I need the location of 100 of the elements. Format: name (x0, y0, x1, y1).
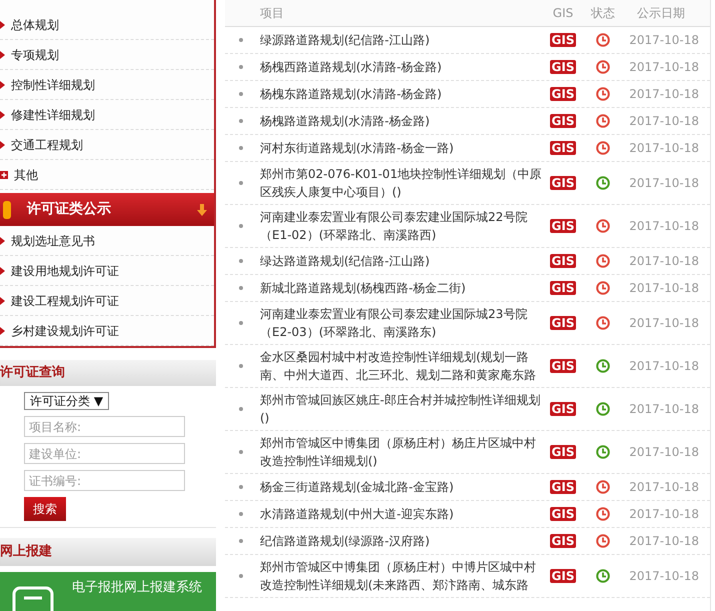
nav-link[interactable]: 控制性详细规划 (11, 76, 95, 94)
bullet-icon (239, 146, 243, 150)
clock-icon (596, 114, 610, 128)
section-heading: 许可证查询 (0, 360, 216, 386)
project-link[interactable]: 河南建业泰宏置业有限公司泰宏建业国际城23号院（E2-03）(环翠路北、南溪路东) (260, 305, 543, 341)
arrow-icon (0, 80, 5, 88)
column-header: GIS (552, 5, 574, 22)
gis-badge[interactable]: GIS (550, 254, 576, 268)
project-link[interactable]: 绿达路道路规划(纪信路-江山路) (260, 252, 543, 270)
bullet-icon (239, 224, 243, 228)
arrow-icon (0, 50, 5, 58)
bullet-icon (239, 450, 243, 454)
gis-badge[interactable]: GIS (550, 316, 576, 330)
clock-icon (596, 281, 610, 295)
project-link[interactable]: 杨槐西路道路规划(水清路-杨金路) (260, 58, 543, 76)
input-field[interactable]: 建设单位: (24, 443, 185, 464)
gis-badge[interactable]: GIS (550, 569, 576, 583)
gis-badge[interactable]: GIS (550, 141, 576, 155)
project-link[interactable]: 郑州市管城区中博集团（原杨庄村）中博片区城中村改造控制性详细规划(未来路西、郑汴路南、城东路 (260, 558, 543, 594)
bullet-icon (239, 407, 243, 411)
clock-icon (596, 87, 610, 101)
date-cell-text: 2017-10-18 (628, 358, 699, 375)
nav-link[interactable]: 专项规划 (11, 46, 59, 64)
bullet-icon (239, 181, 243, 185)
project-link[interactable]: 郑州市第02-076-K01-01地块控制性详细规划（中原区残疾人康复中心项目）() (260, 165, 543, 201)
nav-link[interactable]: 其他 (14, 166, 38, 184)
project-link[interactable]: 新城北路道路规划(杨槐西路-杨金二街) (260, 279, 543, 297)
column-header: 项目 (260, 5, 285, 22)
search-button[interactable]: 搜索 (24, 497, 66, 521)
date-cell-text: 2017-10-18 (628, 533, 699, 550)
section-title: 许可证类公示 (27, 200, 112, 219)
arrow-icon (0, 296, 5, 304)
system-banner[interactable]: 电子报批网上报建系统 (0, 572, 216, 611)
gis-badge[interactable]: GIS (550, 33, 576, 47)
project-link[interactable]: 金水区桑园村城中村改造控制性详细规划(规划一路南、中州大道西、北三环北、规划二路和黄家庵东路 (260, 348, 543, 384)
project-link[interactable]: 郑州市管城回族区姚庄-郎庄合村并城控制性详细规划() (260, 391, 543, 427)
bullet-icon (239, 119, 243, 123)
arrow-icon (0, 326, 5, 334)
gis-badge[interactable]: GIS (550, 534, 576, 548)
nav-link[interactable]: 建设用地规划许可证 (11, 262, 119, 280)
project-link[interactable]: 杨金三街道路规划(金城北路-金宝路) (260, 478, 543, 496)
date-cell-text: 2017-10-18 (628, 479, 699, 496)
project-link[interactable]: 河村东街道路规划(水清路-杨金一路) (260, 139, 543, 157)
date-cell-text: 2017-10-18 (628, 113, 699, 130)
gis-badge[interactable]: GIS (550, 219, 576, 233)
bullet-icon (239, 485, 243, 489)
arrow-icon (0, 236, 5, 244)
project-link[interactable]: 河南建业泰宏置业有限公司泰宏建业国际城22号院（E1-02）(环翠路北、南溪路西) (260, 208, 543, 244)
gis-badge[interactable]: GIS (550, 176, 576, 190)
clock-icon (596, 33, 610, 47)
section-heading: 网上报建 (0, 538, 216, 566)
input-field[interactable]: 项目名称: (24, 416, 185, 437)
project-link[interactable]: 杨槐东路道路规划(水清路-杨金路) (260, 85, 543, 103)
clock-icon (596, 254, 610, 268)
gis-badge[interactable]: GIS (550, 87, 576, 101)
project-link[interactable]: 纪信路道路规划(绿源路-汉府路) (260, 532, 543, 550)
clock-icon (596, 534, 610, 548)
bullet-icon (239, 512, 243, 516)
gis-badge[interactable]: GIS (550, 402, 576, 416)
gis-badge[interactable]: GIS (550, 445, 576, 459)
clock-icon (596, 176, 610, 190)
clock-icon (596, 402, 610, 416)
clock-icon (596, 141, 610, 155)
date-cell-text: 2017-10-18 (628, 32, 699, 49)
project-link[interactable]: 杨槐路道路规划(水清路-杨金路) (260, 112, 543, 130)
date-cell-text: 2017-10-18 (628, 568, 699, 585)
project-link[interactable]: 郑州市管城区中博集团（原杨庄村）杨庄片区城中村改造控制性详细规划() (260, 434, 543, 470)
date-cell-text: 2017-10-18 (628, 140, 699, 157)
project-link[interactable]: 水清路道路规划(中州大道-迎宾东路) (260, 505, 543, 523)
column-header: 公示日期 (636, 5, 686, 22)
category-select[interactable]: 许可证分类 ▼ (24, 392, 110, 410)
date-cell-text: 2017-10-18 (628, 315, 699, 332)
date-cell-text: 2017-10-18 (628, 401, 699, 418)
nav-link[interactable]: 规划选址意见书 (11, 232, 95, 250)
banner-text: 电子报批网上报建系统 (72, 579, 202, 597)
nav-link[interactable]: 建设工程规划许可证 (11, 292, 119, 310)
arrow-icon (0, 20, 5, 28)
gis-badge[interactable]: GIS (550, 60, 576, 74)
project-link[interactable]: 绿源路道路规划(纪信路-江山路) (260, 31, 543, 49)
clock-icon (596, 219, 610, 233)
bullet-icon (239, 259, 243, 263)
bullet-icon (239, 574, 243, 578)
date-cell-text: 2017-10-18 (628, 253, 699, 270)
nav-link[interactable]: 总体规划 (11, 16, 59, 34)
nav-link[interactable]: 交通工程规划 (11, 136, 83, 154)
date-cell-text: 2017-10-18 (628, 280, 699, 297)
nav-link[interactable]: 乡村建设规划许可证 (11, 322, 119, 340)
bullet-icon (239, 286, 243, 290)
clock-icon (596, 60, 610, 74)
gis-badge[interactable]: GIS (550, 114, 576, 128)
gis-badge[interactable]: GIS (550, 359, 576, 373)
date-cell-text: 2017-10-18 (628, 175, 699, 192)
gis-badge[interactable]: GIS (550, 480, 576, 494)
clock-icon (596, 445, 610, 459)
nav-link[interactable]: 修建性详细规划 (11, 106, 95, 124)
date-cell-text: 2017-10-18 (628, 86, 699, 103)
gis-badge[interactable]: GIS (550, 507, 576, 521)
gis-badge[interactable]: GIS (550, 281, 576, 295)
input-field[interactable]: 证书编号: (24, 470, 185, 491)
arrow-icon (0, 266, 5, 274)
